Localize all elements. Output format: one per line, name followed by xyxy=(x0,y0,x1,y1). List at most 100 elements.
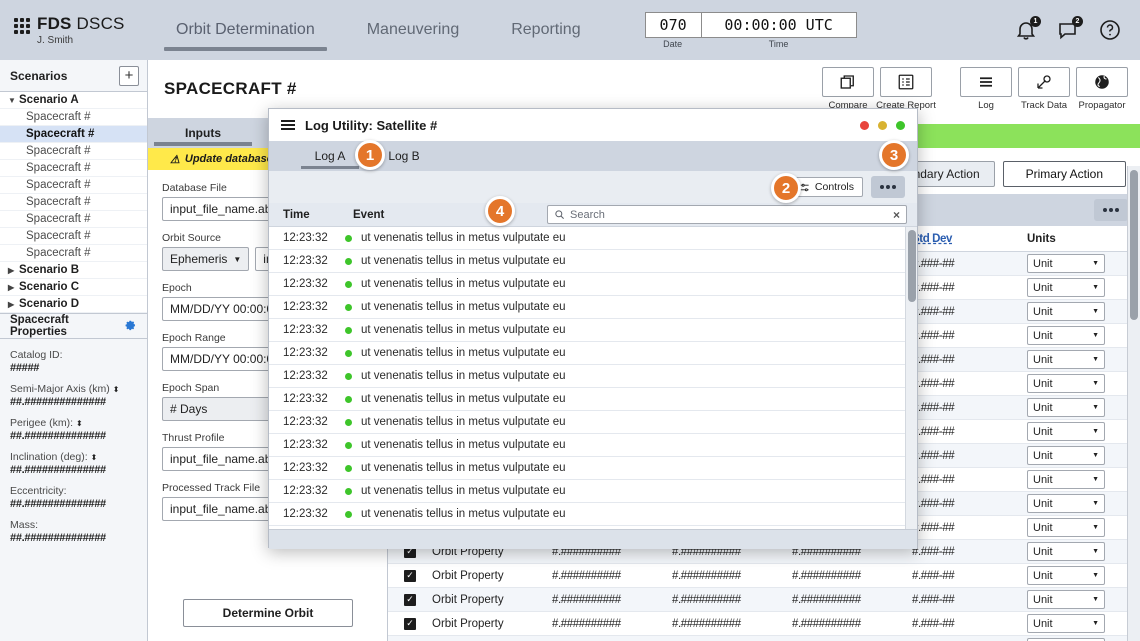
row-unit-select[interactable]: Unit▼ xyxy=(1027,302,1105,321)
minimize-icon[interactable] xyxy=(878,121,887,130)
log-row[interactable]: 12:23:32ut venenatis tellus in metus vul… xyxy=(269,273,917,296)
row-unit-select[interactable]: Unit▼ xyxy=(1027,518,1105,537)
caret-icon[interactable]: ▼ xyxy=(8,96,19,105)
determine-orbit-button[interactable]: Determine Orbit xyxy=(183,599,353,627)
log-row[interactable]: 12:23:32ut venenatis tellus in metus vul… xyxy=(269,227,917,250)
caret-icon[interactable]: ▶ xyxy=(8,266,19,275)
row-unit-select[interactable]: Unit▼ xyxy=(1027,398,1105,417)
toolbar-button-log[interactable]: Log xyxy=(960,67,1012,111)
row-std-dev: #.###-## xyxy=(912,402,1027,414)
help-icon[interactable] xyxy=(1098,18,1122,42)
table-row[interactable]: ✓Orbit Property#.###########.###########… xyxy=(388,588,1140,612)
clear-search-icon[interactable]: × xyxy=(893,208,900,222)
brand[interactable]: FDS DSCS J. Smith xyxy=(0,14,140,46)
caret-icon[interactable]: ▶ xyxy=(8,283,19,292)
tab-inputs[interactable]: Inputs xyxy=(148,118,258,148)
row-std-dev: #.###-## xyxy=(912,522,1027,534)
sidebar-item-spacecraft[interactable]: Spacecraft # xyxy=(0,228,147,245)
satellite-dish-icon xyxy=(1018,67,1070,97)
primary-action-button[interactable]: Primary Action xyxy=(1003,161,1126,187)
maximize-icon[interactable] xyxy=(896,121,905,130)
log-row[interactable]: 12:23:32ut venenatis tellus in metus vul… xyxy=(269,434,917,457)
log-row[interactable]: 12:23:32ut venenatis tellus in metus vul… xyxy=(269,503,917,526)
log-row[interactable]: 12:23:32ut venenatis tellus in metus vul… xyxy=(269,480,917,503)
log-row[interactable]: 12:23:32ut venenatis tellus in metus vul… xyxy=(269,319,917,342)
sidebar-item-spacecraft[interactable]: Spacecraft # xyxy=(0,143,147,160)
toolbar-button-propagator[interactable]: Propagator xyxy=(1076,67,1128,111)
page-scrollbar-thumb[interactable] xyxy=(1130,170,1138,320)
log-row[interactable]: 12:23:32ut venenatis tellus in metus vul… xyxy=(269,296,917,319)
log-row[interactable]: 12:23:32ut venenatis tellus in metus vul… xyxy=(269,457,917,480)
bell-icon[interactable]: 1 xyxy=(1014,18,1038,42)
scenario-group-scenario-d[interactable]: ▶Scenario D xyxy=(0,296,147,313)
sidebar-item-spacecraft[interactable]: Spacecraft # xyxy=(0,194,147,211)
nav-item-orbit-determination[interactable]: Orbit Determination xyxy=(150,0,341,60)
log-scrollbar-thumb[interactable] xyxy=(908,230,916,302)
sidebar-item-spacecraft[interactable]: Spacecraft # xyxy=(0,245,147,262)
clock-date-value[interactable]: 070 xyxy=(645,12,701,38)
toolbar-button-create-report[interactable]: Create Report xyxy=(880,67,932,111)
main-toolbar: CompareCreate Report LogTrack DataPropaga… xyxy=(822,67,1140,111)
row-unit-select[interactable]: Unit▼ xyxy=(1027,374,1105,393)
menu-icon[interactable] xyxy=(281,120,295,130)
clock-time-value[interactable]: 00:00:00 UTC xyxy=(701,12,857,38)
sidebar-item-spacecraft[interactable]: Spacecraft # xyxy=(0,211,147,228)
sort-arrows-icon[interactable]: ⬍ xyxy=(76,419,83,428)
row-unit-select[interactable]: Unit▼ xyxy=(1027,350,1105,369)
row-unit-select[interactable]: Unit▼ xyxy=(1027,422,1105,441)
log-row[interactable]: 12:23:32ut venenatis tellus in metus vul… xyxy=(269,250,917,273)
scenario-group-scenario-c[interactable]: ▶Scenario C xyxy=(0,279,147,296)
log-search-input[interactable]: Search xyxy=(570,209,888,221)
sort-arrows-icon[interactable]: ⬍ xyxy=(113,385,120,394)
row-unit-select[interactable]: Unit▼ xyxy=(1027,614,1105,633)
scenario-group-scenario-b[interactable]: ▶Scenario B xyxy=(0,262,147,279)
log-lines-icon xyxy=(960,67,1012,97)
add-scenario-button[interactable]: + xyxy=(119,66,139,86)
table-row[interactable]: ✓Orbit Property#.###########.###########… xyxy=(388,612,1140,636)
nav-item-reporting[interactable]: Reporting xyxy=(485,0,606,60)
row-unit-select[interactable]: Unit▼ xyxy=(1027,494,1105,513)
sidebar-item-spacecraft[interactable]: Spacecraft # xyxy=(0,160,147,177)
toolbar-button-track-data[interactable]: Track Data xyxy=(1018,67,1070,111)
page-scrollbar[interactable] xyxy=(1127,166,1140,641)
callout-badge-2: 2 xyxy=(771,173,801,203)
scenario-group-scenario-a[interactable]: ▼Scenario A xyxy=(0,92,147,109)
orbit-source-select[interactable]: Ephemeris▼ xyxy=(162,247,249,271)
log-row[interactable]: 12:23:32ut venenatis tellus in metus vul… xyxy=(269,365,917,388)
table-row[interactable]: ✓Orbit Property#.###########.###########… xyxy=(388,636,1140,641)
property-value: ##.############## xyxy=(10,532,137,544)
row-unit-select[interactable]: Unit▼ xyxy=(1027,446,1105,465)
row-checkbox[interactable]: ✓ xyxy=(404,570,416,582)
sidebar-item-spacecraft[interactable]: Spacecraft # xyxy=(0,109,147,126)
row-unit-select[interactable]: Unit▼ xyxy=(1027,566,1105,585)
nav-item-maneuvering[interactable]: Maneuvering xyxy=(341,0,486,60)
results-more-options-button[interactable] xyxy=(1094,199,1128,221)
column-header-std-dev[interactable]: Std Dev xyxy=(912,233,952,245)
row-std-dev: #.###-## xyxy=(912,618,1027,630)
modal-more-options-button[interactable] xyxy=(871,176,905,198)
table-row[interactable]: ✓Orbit Property#.###########.###########… xyxy=(388,564,1140,588)
gear-icon[interactable] xyxy=(124,320,137,333)
row-unit-select[interactable]: Unit▼ xyxy=(1027,254,1105,273)
row-property-name: Orbit Property xyxy=(432,570,552,582)
row-unit-select[interactable]: Unit▼ xyxy=(1027,542,1105,561)
caret-icon[interactable]: ▶ xyxy=(8,300,19,309)
close-icon[interactable] xyxy=(860,121,869,130)
row-unit-select[interactable]: Unit▼ xyxy=(1027,278,1105,297)
sidebar-item-spacecraft[interactable]: Spacecraft # xyxy=(0,177,147,194)
toolbar-button-compare[interactable]: Compare xyxy=(822,67,874,111)
row-checkbox[interactable]: ✓ xyxy=(404,618,416,630)
log-scrollbar[interactable] xyxy=(905,227,917,529)
log-search-box[interactable]: Search × xyxy=(547,205,907,224)
log-row[interactable]: 12:23:32ut venenatis tellus in metus vul… xyxy=(269,388,917,411)
app-grid-icon[interactable] xyxy=(14,18,30,34)
row-unit-select[interactable]: Unit▼ xyxy=(1027,326,1105,345)
row-unit-select[interactable]: Unit▼ xyxy=(1027,590,1105,609)
row-checkbox[interactable]: ✓ xyxy=(404,594,416,606)
sidebar-item-spacecraft[interactable]: Spacecraft # xyxy=(0,126,147,143)
log-row[interactable]: 12:23:32ut venenatis tellus in metus vul… xyxy=(269,342,917,365)
sort-arrows-icon[interactable]: ⬍ xyxy=(91,453,98,462)
log-row[interactable]: 12:23:32ut venenatis tellus in metus vul… xyxy=(269,411,917,434)
chat-icon[interactable]: 2 xyxy=(1056,18,1080,42)
row-unit-select[interactable]: Unit▼ xyxy=(1027,470,1105,489)
